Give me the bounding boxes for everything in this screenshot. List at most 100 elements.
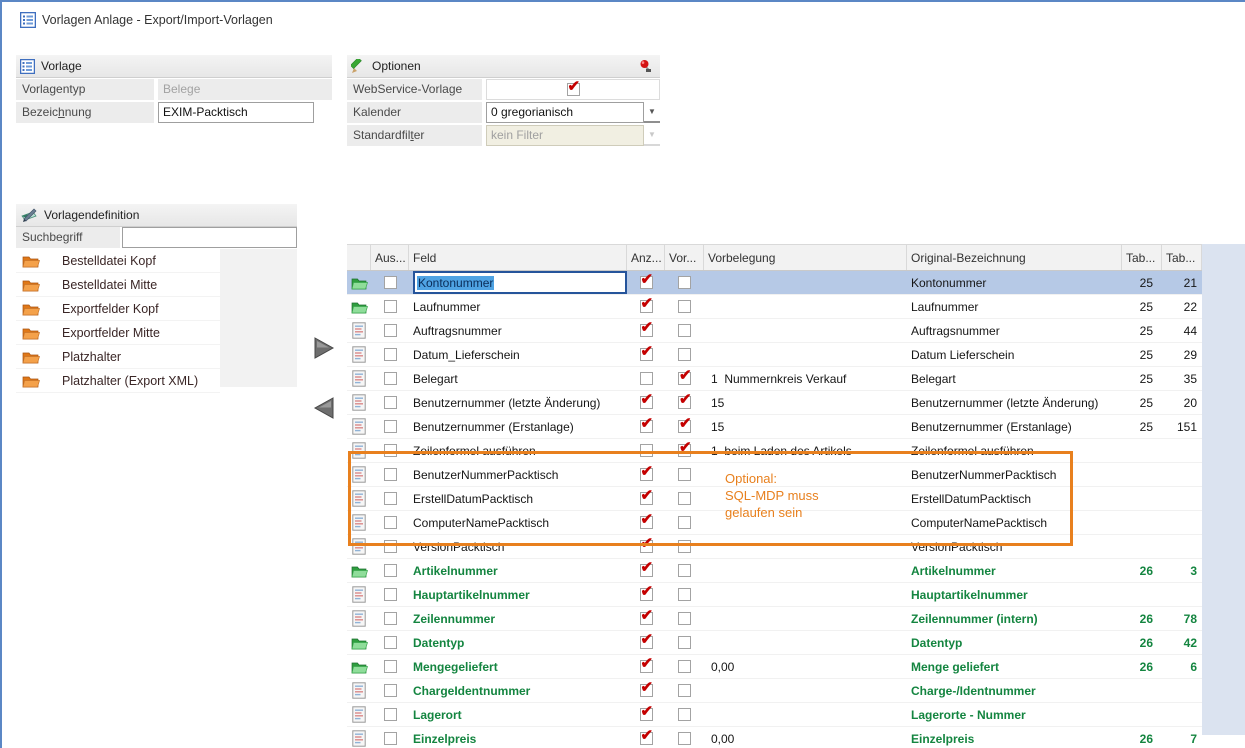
anzeigen-checkbox[interactable] bbox=[640, 516, 653, 529]
vorbelegung-checkbox[interactable] bbox=[678, 540, 691, 553]
folder-list-item[interactable]: Platzhalter bbox=[16, 345, 220, 369]
folder-list-item[interactable]: Exportfelder Mitte bbox=[16, 321, 220, 345]
vorbelegung-checkbox[interactable] bbox=[678, 708, 691, 721]
anzeigen-checkbox[interactable] bbox=[640, 444, 653, 457]
table-row[interactable]: Hauptartikelnummer Hauptartikelnummer Ha… bbox=[347, 583, 1202, 607]
folder-list-item[interactable]: Exportfelder Kopf bbox=[16, 297, 220, 321]
auswahl-checkbox[interactable] bbox=[384, 372, 397, 385]
table-row[interactable]: Belegart Belegart 1 Nummernkreis Verkauf… bbox=[347, 367, 1202, 391]
move-right-button[interactable] bbox=[311, 335, 337, 361]
anzeigen-checkbox[interactable] bbox=[640, 348, 653, 361]
table-row[interactable]: Datentyp Datentyp Datentyp 26 42 bbox=[347, 631, 1202, 655]
folder-list-item[interactable]: Bestelldatei Mitte bbox=[16, 273, 220, 297]
vorbelegung-checkbox[interactable] bbox=[678, 588, 691, 601]
vorbelegung-checkbox[interactable] bbox=[678, 348, 691, 361]
column-header-vorbelegung[interactable]: Vorbelegung bbox=[704, 245, 907, 270]
vorbelegung-checkbox[interactable] bbox=[678, 612, 691, 625]
webservice-checkbox[interactable] bbox=[567, 83, 580, 96]
column-header-anz[interactable]: Anz... bbox=[627, 245, 665, 270]
auswahl-checkbox[interactable] bbox=[384, 324, 397, 337]
kalender-select[interactable]: 0 gregorianisch bbox=[486, 102, 644, 123]
auswahl-checkbox[interactable] bbox=[384, 348, 397, 361]
vorbelegung-checkbox[interactable] bbox=[678, 324, 691, 337]
auswahl-checkbox[interactable] bbox=[384, 420, 397, 433]
anzeigen-checkbox[interactable] bbox=[640, 708, 653, 721]
anzeigen-checkbox[interactable] bbox=[640, 732, 653, 745]
vorbelegung-checkbox[interactable] bbox=[678, 372, 691, 385]
table-row[interactable]: ErstellDatumPacktisch ErstellDatumPackti… bbox=[347, 487, 1202, 511]
vorbelegung-checkbox[interactable] bbox=[678, 516, 691, 529]
auswahl-checkbox[interactable] bbox=[384, 468, 397, 481]
auswahl-checkbox[interactable] bbox=[384, 444, 397, 457]
table-row[interactable]: Mengegeliefert Mengegeliefert 0,00 Menge… bbox=[347, 655, 1202, 679]
anzeigen-checkbox[interactable] bbox=[640, 468, 653, 481]
auswahl-checkbox[interactable] bbox=[384, 684, 397, 697]
vorbelegung-checkbox[interactable] bbox=[678, 420, 691, 433]
vorbelegung-checkbox[interactable] bbox=[678, 300, 691, 313]
auswahl-checkbox[interactable] bbox=[384, 564, 397, 577]
anzeigen-checkbox[interactable] bbox=[640, 684, 653, 697]
table-row[interactable]: VersionPacktisch VersionPacktisch Versio… bbox=[347, 535, 1202, 559]
vorbelegung-checkbox[interactable] bbox=[678, 636, 691, 649]
anzeigen-checkbox[interactable] bbox=[640, 564, 653, 577]
auswahl-checkbox[interactable] bbox=[384, 540, 397, 553]
table-row[interactable]: Laufnummer Laufnummer Laufnummer 25 22 bbox=[347, 295, 1202, 319]
folder-list-item[interactable]: Platzhalter (Export XML) bbox=[16, 369, 220, 393]
column-header-tab2[interactable]: Tab... bbox=[1162, 245, 1202, 270]
anzeigen-checkbox[interactable] bbox=[640, 636, 653, 649]
anzeigen-checkbox[interactable] bbox=[640, 396, 653, 409]
column-header-aus[interactable]: Aus... bbox=[371, 245, 409, 270]
vorbelegung-checkbox[interactable] bbox=[678, 276, 691, 289]
pin-icon[interactable] bbox=[639, 59, 652, 73]
table-row[interactable]: Zeilennummer Zeilennummer Zeilennummer (… bbox=[347, 607, 1202, 631]
vorbelegung-checkbox[interactable] bbox=[678, 444, 691, 457]
anzeigen-checkbox[interactable] bbox=[640, 276, 653, 289]
auswahl-checkbox[interactable] bbox=[384, 300, 397, 313]
column-header-feld[interactable]: Feld bbox=[409, 245, 627, 270]
vorbelegung-checkbox[interactable] bbox=[678, 732, 691, 745]
anzeigen-checkbox[interactable] bbox=[640, 300, 653, 313]
kalender-dropdown-arrow-icon[interactable]: ▼ bbox=[644, 102, 660, 123]
vorbelegung-checkbox[interactable] bbox=[678, 564, 691, 577]
vorbelegung-checkbox[interactable] bbox=[678, 396, 691, 409]
auswahl-checkbox[interactable] bbox=[384, 516, 397, 529]
anzeigen-checkbox[interactable] bbox=[640, 372, 653, 385]
table-row[interactable]: Datum_Lieferschein Datum_Lieferschein Da… bbox=[347, 343, 1202, 367]
table-row[interactable]: Kontonummer Kontonummer Kontonummer 25 2… bbox=[347, 271, 1202, 295]
suchbegriff-input[interactable] bbox=[122, 227, 297, 248]
anzeigen-checkbox[interactable] bbox=[640, 660, 653, 673]
anzeigen-checkbox[interactable] bbox=[640, 324, 653, 337]
table-row[interactable]: ChargeIdentnummer ChargeIdentnummer Char… bbox=[347, 679, 1202, 703]
auswahl-checkbox[interactable] bbox=[384, 396, 397, 409]
vorbelegung-checkbox[interactable] bbox=[678, 660, 691, 673]
anzeigen-checkbox[interactable] bbox=[640, 588, 653, 601]
move-left-button[interactable] bbox=[311, 395, 337, 421]
vorbelegung-checkbox[interactable] bbox=[678, 468, 691, 481]
anzeigen-checkbox[interactable] bbox=[640, 612, 653, 625]
table-row[interactable]: Benutzernummer (letzte Änderung) Benutze… bbox=[347, 391, 1202, 415]
folder-list-item[interactable]: Bestelldatei Kopf bbox=[16, 249, 220, 273]
auswahl-checkbox[interactable] bbox=[384, 588, 397, 601]
auswahl-checkbox[interactable] bbox=[384, 492, 397, 505]
column-header-original[interactable]: Original-Bezeichnung bbox=[907, 245, 1122, 270]
column-header-vor[interactable]: Vor... bbox=[665, 245, 704, 270]
table-row[interactable]: Benutzernummer (Erstanlage) Benutzernumm… bbox=[347, 415, 1202, 439]
auswahl-checkbox[interactable] bbox=[384, 612, 397, 625]
table-row[interactable]: Auftragsnummer Auftragsnummer Auftragsnu… bbox=[347, 319, 1202, 343]
table-row[interactable]: Zeilenformel ausführen Zeilenformel ausf… bbox=[347, 439, 1202, 463]
table-row[interactable]: BenutzerNummerPacktisch BenutzerNummerPa… bbox=[347, 463, 1202, 487]
anzeigen-checkbox[interactable] bbox=[640, 420, 653, 433]
table-row[interactable]: ComputerNamePacktisch ComputerNamePackti… bbox=[347, 511, 1202, 535]
auswahl-checkbox[interactable] bbox=[384, 660, 397, 673]
vorbelegung-checkbox[interactable] bbox=[678, 492, 691, 505]
feld-edit-input[interactable]: Kontonummer bbox=[413, 271, 627, 294]
vorbelegung-checkbox[interactable] bbox=[678, 684, 691, 697]
anzeigen-checkbox[interactable] bbox=[640, 540, 653, 553]
column-header-icon[interactable] bbox=[347, 245, 371, 270]
auswahl-checkbox[interactable] bbox=[384, 732, 397, 745]
auswahl-checkbox[interactable] bbox=[384, 276, 397, 289]
anzeigen-checkbox[interactable] bbox=[640, 492, 653, 505]
bezeichnung-input[interactable]: EXIM-Packtisch bbox=[158, 102, 314, 123]
auswahl-checkbox[interactable] bbox=[384, 708, 397, 721]
table-row[interactable]: Einzelpreis Einzelpreis 0,00 Einzelpreis… bbox=[347, 727, 1202, 748]
